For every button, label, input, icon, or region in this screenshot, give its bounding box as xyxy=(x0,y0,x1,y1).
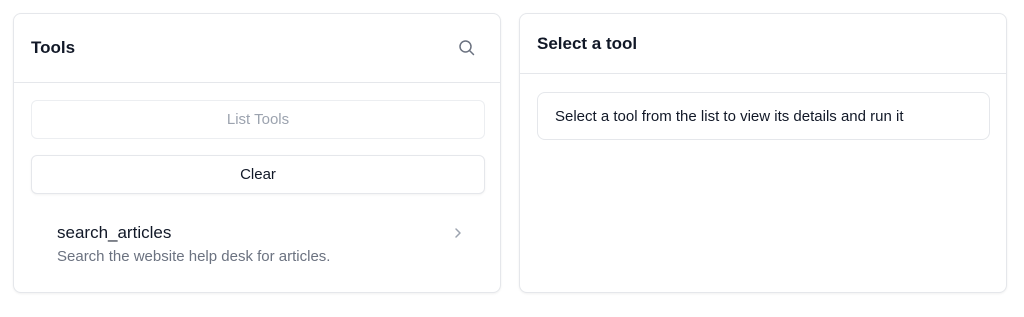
tool-details-title: Select a tool xyxy=(537,33,638,53)
search-icon[interactable] xyxy=(458,39,476,57)
tool-name: search_articles xyxy=(57,223,172,242)
tools-panel: Tools List Tools Clear search_articles S… xyxy=(13,13,501,293)
tools-panel-title: Tools xyxy=(31,38,76,57)
tools-panel-header: Tools xyxy=(14,14,500,83)
tool-details-header: Select a tool xyxy=(520,14,1006,74)
tool-list-item[interactable]: search_articles Search the website help … xyxy=(31,214,485,274)
chevron-right-icon xyxy=(453,226,463,240)
empty-state-message: Select a tool from the list to view its … xyxy=(537,92,990,140)
clear-button[interactable]: Clear xyxy=(31,155,485,194)
tool-description: Search the website help desk for article… xyxy=(57,248,331,265)
list-tools-button[interactable]: List Tools xyxy=(31,100,485,139)
tool-details-panel: Select a tool Select a tool from the lis… xyxy=(519,13,1007,293)
